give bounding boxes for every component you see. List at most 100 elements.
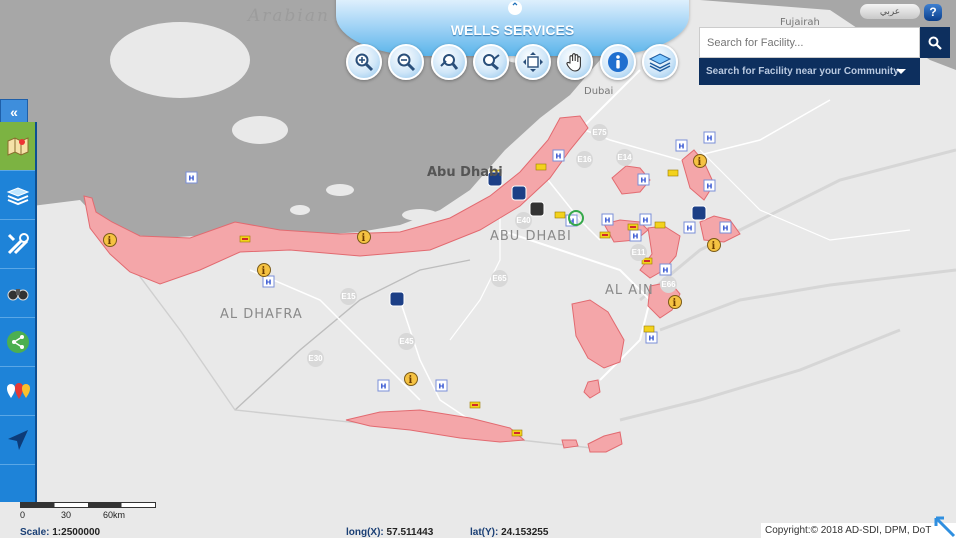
svg-text:i: i (698, 157, 702, 168)
panel-collapse-button[interactable]: ⌃ (508, 1, 522, 15)
sidebar-item-measure[interactable] (0, 269, 35, 318)
svg-text:H: H (641, 177, 647, 185)
svg-text:H: H (556, 153, 562, 161)
sidebar-item-basemap-gallery[interactable] (0, 171, 35, 220)
full-extent-button[interactable] (515, 44, 551, 80)
hospital-marker: H (645, 331, 658, 344)
scale-value: 1:2500000 (52, 527, 101, 538)
hospital-marker: H (639, 213, 652, 226)
svg-text:i: i (362, 233, 366, 244)
navigation-arrow-icon (7, 430, 28, 450)
svg-text:H: H (707, 135, 713, 143)
expand-arrow-icon[interactable] (934, 516, 956, 538)
basemap-gallery-icon (6, 187, 29, 206)
info-marker: i (357, 230, 371, 244)
svg-text:H: H (381, 383, 387, 391)
info-marker: i (257, 263, 271, 277)
scale-readout: Scale: 1:2500000 (20, 527, 100, 538)
longitude-readout: long(X): 57.511443 (346, 527, 433, 538)
svg-text:i: i (262, 266, 266, 277)
tools-icon (7, 233, 29, 255)
identify-button[interactable] (600, 44, 636, 80)
latitude-readout: lat(Y): 24.153255 (470, 527, 548, 538)
zoom-previous-icon (440, 54, 459, 70)
hospital-marker: H (683, 221, 696, 234)
basemap-icon (648, 53, 672, 72)
binoculars-icon (7, 289, 28, 301)
well-marker (554, 211, 566, 219)
copyright-text: Copyright:© 2018 AD-SDI, DPM, DoT (761, 523, 956, 538)
info-marker: i (668, 295, 682, 309)
language-toggle[interactable]: عربي (860, 4, 920, 19)
svg-text:H: H (633, 233, 639, 241)
longitude-label: long(X): (346, 527, 384, 538)
next-extent-button[interactable] (473, 44, 509, 80)
label-dubai: Dubai (584, 86, 614, 97)
road-badge: E16 (576, 151, 593, 168)
zoom-out-button[interactable] (388, 44, 424, 80)
info-icon (608, 52, 628, 72)
zoom-in-button[interactable] (346, 44, 382, 80)
road-badge: E66 (660, 276, 677, 293)
svg-text:i: i (108, 236, 112, 247)
chevron-up-icon: ⌃ (510, 2, 520, 13)
well-marker (535, 163, 547, 171)
sidebar-item-tools[interactable] (0, 220, 35, 269)
svg-text:H: H (723, 225, 729, 233)
previous-extent-button[interactable] (431, 44, 467, 80)
svg-text:H: H (189, 175, 195, 183)
info-marker: i (693, 154, 707, 168)
info-marker: i (404, 372, 418, 386)
label-al-dhafra: AL DHAFRA (220, 307, 303, 322)
basemap-button[interactable] (642, 44, 678, 80)
svg-text:H: H (649, 335, 655, 343)
sidebar-item-share[interactable] (0, 318, 35, 367)
road-badge: E14 (616, 149, 633, 166)
svg-text:i: i (712, 241, 716, 252)
sidebar-item-locations[interactable] (0, 367, 35, 416)
scale-tick: 30 (61, 510, 72, 520)
hospital-marker: H (637, 173, 650, 186)
svg-text:H: H (707, 183, 713, 191)
zoom-in-icon (355, 53, 374, 72)
sidebar-item-layers[interactable] (0, 122, 35, 171)
full-extent-icon (523, 52, 543, 72)
svg-text:H: H (643, 217, 649, 225)
latitude-value: 24.153255 (501, 527, 549, 538)
well-marker (667, 169, 679, 177)
info-marker: i (103, 233, 117, 247)
facility-search-input[interactable] (699, 27, 920, 58)
svg-text:i: i (673, 298, 677, 309)
pan-hand-icon (566, 53, 581, 72)
svg-text:H: H (439, 383, 445, 391)
pan-button[interactable] (557, 44, 593, 80)
hospital-marker: H (552, 149, 565, 162)
road-badge: E11 (630, 244, 647, 261)
zoom-out-icon (397, 53, 416, 72)
help-button[interactable]: ? (924, 4, 942, 21)
hospital-marker: H (703, 131, 716, 144)
svg-text:H: H (679, 143, 685, 151)
community-search-dropdown[interactable]: Search for Facility near your Community (699, 58, 920, 85)
sidebar-item-navigate[interactable] (0, 416, 35, 465)
label-abu-dhabi-region: ABU DHABI (490, 229, 572, 244)
road-badge: E45 (398, 333, 415, 350)
hospital-marker: H (659, 263, 672, 276)
hospital-marker: H (435, 379, 448, 392)
panel-title: WELLS SERVICES (450, 22, 575, 38)
location-pins-icon (6, 383, 30, 399)
hospital-marker: H (703, 179, 716, 192)
help-icon: ? (929, 5, 937, 19)
search-button[interactable] (920, 27, 950, 58)
svg-text:H: H (663, 267, 669, 275)
road-badge: E75 (591, 124, 608, 141)
scale-tick: 60km (103, 510, 126, 520)
scale-bar (20, 502, 156, 508)
svg-text:H: H (687, 225, 693, 233)
longitude-value: 57.511443 (386, 527, 434, 538)
search-icon (928, 36, 942, 50)
scale-label: Scale: (20, 527, 50, 538)
hospital-marker: H (675, 139, 688, 152)
road-badge: E15 (340, 288, 357, 305)
label-arabian-gulf: Arabian (248, 6, 330, 26)
